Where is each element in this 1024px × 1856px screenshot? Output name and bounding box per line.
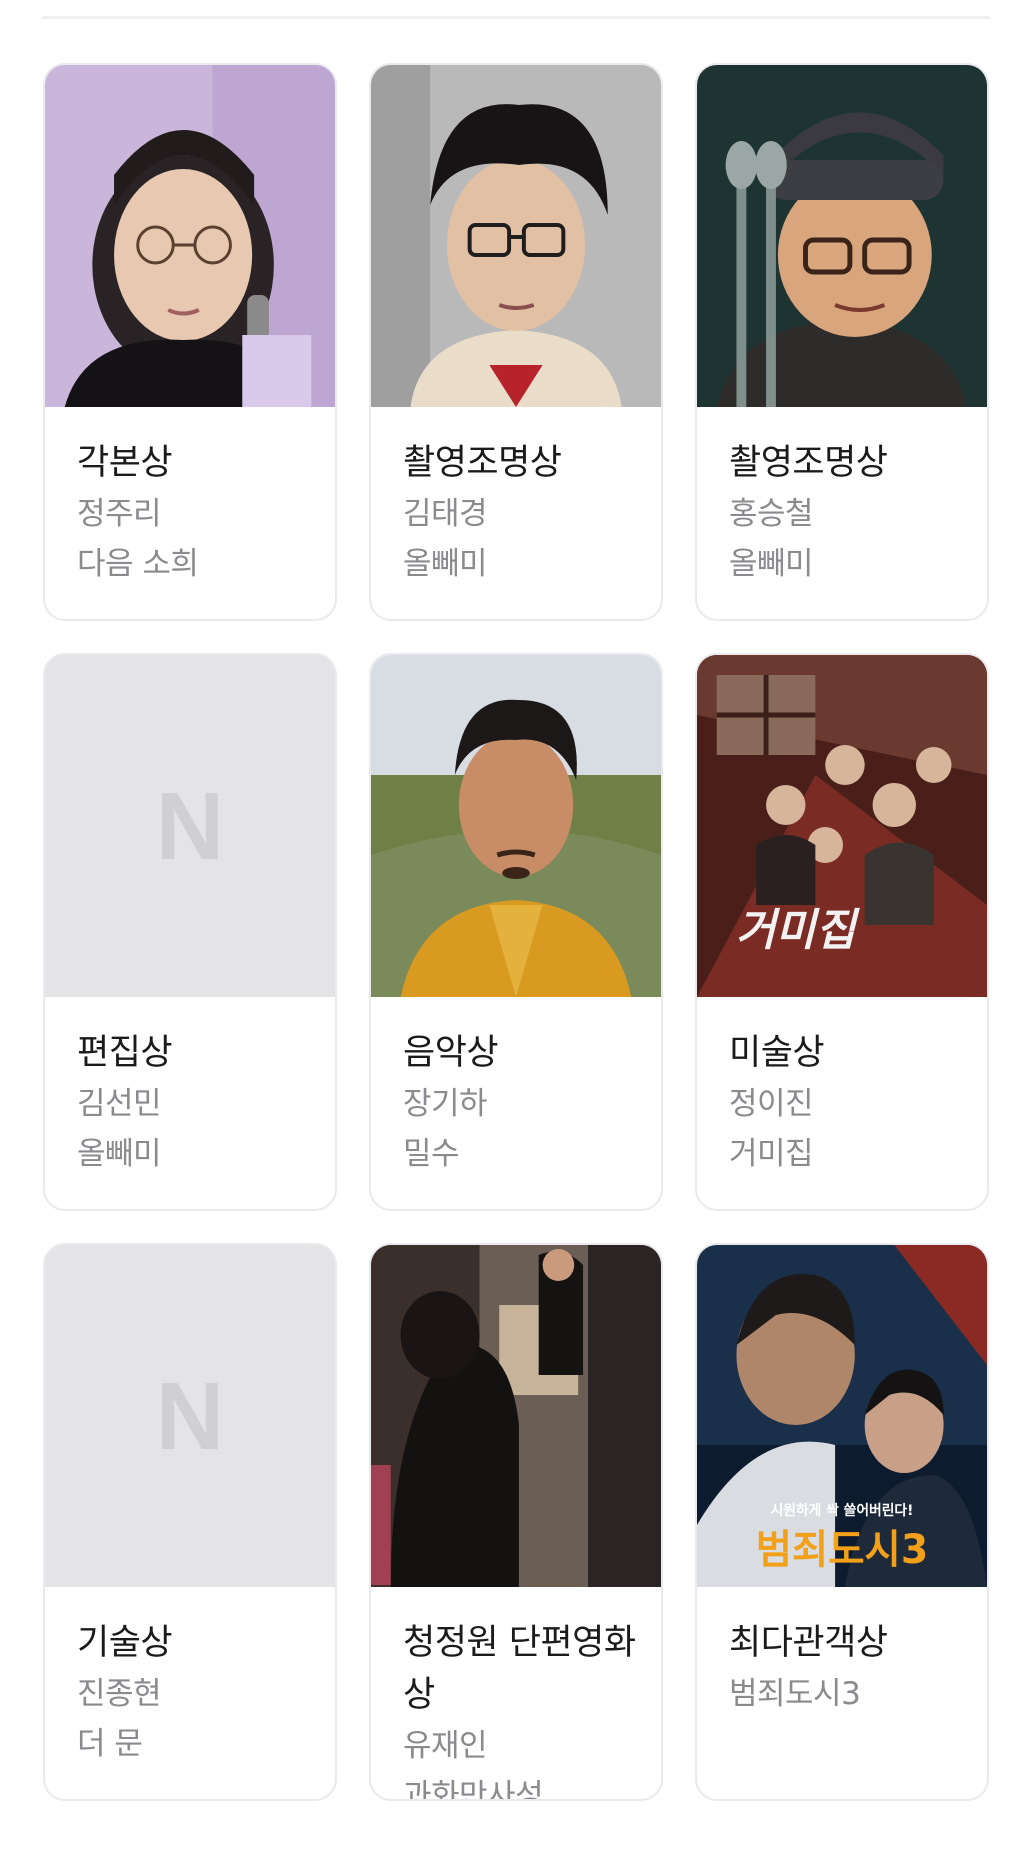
- winner-name: 김선민: [77, 1086, 162, 1122]
- placeholder-logo-icon: N: [156, 1363, 224, 1470]
- award-title: 음악상: [403, 1033, 499, 1073]
- film-title: 올빼미: [77, 1136, 162, 1172]
- film-title: 더 문: [77, 1726, 143, 1762]
- award-card[interactable]: 음악상 장기하 밀수: [369, 653, 663, 1211]
- film-title: 밀수: [403, 1136, 460, 1172]
- award-card[interactable]: 촬영조명상 김태경 올빼미: [369, 63, 663, 621]
- film-title: 올빼미: [729, 546, 814, 582]
- award-card[interactable]: N 편집상 김선민 올빼미: [43, 653, 337, 1211]
- winner-name: 유재인: [403, 1728, 488, 1764]
- award-card[interactable]: 거미집 미술상 정이진 거미집: [695, 653, 989, 1211]
- winner-photo: [371, 65, 661, 407]
- award-title: 편집상: [77, 1033, 173, 1073]
- film-still: [371, 1245, 661, 1587]
- movie-poster: 시원하게 싹 쓸어버린다! 범죄도시3: [697, 1245, 987, 1587]
- film-title: 과화만사성: [403, 1778, 544, 1801]
- winner-name: 홍승철: [729, 496, 814, 532]
- winner-name: 진종현: [77, 1676, 162, 1712]
- placeholder-image: N: [45, 655, 335, 997]
- award-card[interactable]: 촬영조명상 홍승철 올빼미: [695, 63, 989, 621]
- award-title: 촬영조명상: [729, 443, 888, 483]
- movie-poster: 거미집: [697, 655, 987, 997]
- award-title: 미술상: [729, 1033, 825, 1073]
- film-title: 올빼미: [403, 546, 488, 582]
- award-title: 최다관객상: [729, 1623, 888, 1663]
- award-title: 각본상: [77, 443, 173, 483]
- poster-tagline: 시원하게 싹 쓸어버린다!: [771, 1502, 914, 1519]
- top-divider: [42, 16, 990, 19]
- winner-photo: [697, 65, 987, 407]
- poster-title: 범죄도시3: [756, 1527, 929, 1573]
- award-title: 촬영조명상: [403, 443, 562, 483]
- award-card[interactable]: 청정원 단편영화상 유재인 과화만사성: [369, 1243, 663, 1801]
- winner-name: 김태경: [403, 496, 488, 532]
- poster-title: 거미집: [736, 905, 861, 956]
- award-title: 청정원 단편영화상: [403, 1623, 636, 1715]
- award-title: 기술상: [77, 1623, 173, 1663]
- award-card[interactable]: 각본상 정주리 다음 소희: [43, 63, 337, 621]
- winner-photo: [371, 655, 661, 997]
- film-title: 거미집: [729, 1136, 814, 1172]
- winner-name: 범죄도시3: [729, 1676, 861, 1712]
- placeholder-image: N: [45, 1245, 335, 1587]
- award-card[interactable]: 시원하게 싹 쓸어버린다! 범죄도시3 최다관객상 범죄도시3: [695, 1243, 989, 1801]
- winner-name: 정이진: [729, 1086, 814, 1122]
- award-card[interactable]: N 기술상 진종현 더 문: [43, 1243, 337, 1801]
- winner-name: 장기하: [403, 1086, 488, 1122]
- award-grid: 각본상 정주리 다음 소희 촬영조명상 김태경 올빼미 촬영조명상 홍승철 올빼…: [43, 63, 989, 1801]
- winner-name: 정주리: [77, 496, 162, 532]
- placeholder-logo-icon: N: [156, 773, 224, 880]
- film-title: 다음 소희: [77, 546, 199, 582]
- winner-photo: [45, 65, 335, 407]
